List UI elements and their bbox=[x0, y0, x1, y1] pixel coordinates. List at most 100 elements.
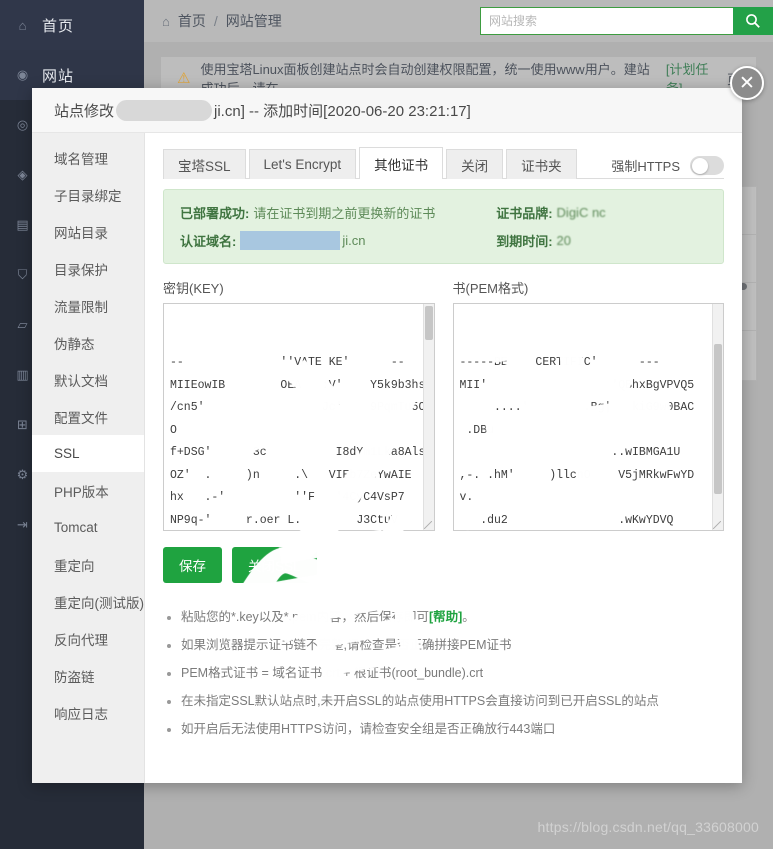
breadcrumb-current: 网站管理 bbox=[225, 13, 282, 29]
modal-sidebar-item-tomcat[interactable]: Tomcat bbox=[32, 509, 144, 546]
scrollbar-thumb[interactable] bbox=[714, 344, 722, 494]
ftp-icon: ◎ bbox=[16, 117, 30, 132]
key-textarea[interactable]: -- ''VATE KE' -- MIIEowIB OEA :V' Y5k9b3… bbox=[163, 303, 435, 531]
tab-label: 证书夹 bbox=[521, 158, 562, 174]
item-label: 重定向 bbox=[54, 558, 95, 574]
key-textarea-content: -- ''VATE KE' -- MIIEowIB OEA :V' Y5k9b3… bbox=[170, 356, 426, 527]
tab-bt-ssl[interactable]: 宝塔SSL bbox=[163, 149, 246, 179]
tab-other-cert[interactable]: 其他证书 bbox=[359, 147, 444, 179]
deploy-status-label: 已部署成功: bbox=[180, 206, 250, 221]
note-item: 粘贴您的*.key以及*.pem内容，然后保存即可[帮助]。 bbox=[181, 603, 724, 631]
modal-sidebar-item-dirprotect[interactable]: 目录保护 bbox=[32, 250, 144, 287]
cert-textarea[interactable]: -----BE CERTIFIC' --- MII' 'QBhxBgVPVQ5 … bbox=[452, 303, 724, 531]
modal-sidebar-item-redirect-beta[interactable]: 重定向(测试版) bbox=[32, 583, 144, 620]
note-item: 如开启后无法使用HTTPS访问，请检查安全组是否正确放行443端口 bbox=[181, 715, 724, 743]
tab-lets-encrypt[interactable]: Let's Encrypt bbox=[248, 149, 357, 179]
action-buttons: 保存 关闭SSL bbox=[163, 547, 724, 583]
cert-domain-label: 认证域名: bbox=[180, 234, 237, 249]
folder-icon: ▱ bbox=[17, 317, 29, 332]
modal-sidebar-item-redirect[interactable]: 重定向 bbox=[32, 546, 144, 583]
close-ssl-button[interactable]: 关闭SSL bbox=[232, 547, 317, 583]
breadcrumb-home[interactable]: 首页 bbox=[178, 11, 206, 31]
modal-close-button[interactable]: ✕ bbox=[730, 66, 764, 100]
warning-triangle-icon: ⚠ bbox=[177, 70, 191, 87]
resize-grip-icon[interactable] bbox=[423, 521, 432, 529]
modal-sidebar-item-defaultdoc[interactable]: 默认文档 bbox=[32, 361, 144, 398]
tab-cert-folder[interactable]: 证书夹 bbox=[506, 149, 577, 179]
modal-sidebar-item-configfile[interactable]: 配置文件 bbox=[32, 398, 144, 435]
logout-icon: ⇥ bbox=[17, 517, 29, 532]
cert-domain-value: ji.cn bbox=[342, 233, 366, 248]
force-https-toggle[interactable] bbox=[690, 156, 724, 175]
close-icon: ✕ bbox=[739, 72, 755, 94]
modal-sidebar-item-rewrite[interactable]: 伪静态 bbox=[32, 324, 144, 361]
note-item: 在未指定SSL默认站点时,未开启SSL的站点使用HTTPS会直接访问到已开启SS… bbox=[181, 687, 724, 715]
cert-status-right: 证书品牌: DigiC nc 到期时间: 20 bbox=[496, 203, 707, 250]
search-bar bbox=[480, 7, 773, 35]
tab-close[interactable]: 关闭 bbox=[446, 149, 504, 179]
modal-sidebar-item-domain[interactable]: 域名管理 bbox=[32, 139, 144, 176]
cert-field-label: 书(PEM格式) bbox=[452, 281, 529, 296]
resize-grip-icon[interactable] bbox=[713, 521, 721, 529]
modal-content: 宝塔SSL Let's Encrypt 其他证书 关闭 证书夹 强制HTTPS … bbox=[145, 133, 742, 783]
key-textarea-scrollbar[interactable] bbox=[422, 304, 434, 530]
monitor-icon: ▤ bbox=[16, 217, 30, 232]
toggle-knob bbox=[691, 157, 708, 174]
cert-inputs: 密钥(KEY) -- ''VATE KE' -- MIIEowIB OEA :V… bbox=[163, 278, 724, 531]
item-label: SSL bbox=[54, 446, 80, 461]
item-label: 反向代理 bbox=[54, 632, 108, 648]
scrollbar-thumb[interactable] bbox=[424, 306, 433, 340]
cert-textarea-scrollbar[interactable] bbox=[712, 304, 723, 530]
modal-title-prefix: 站点修改 bbox=[54, 102, 115, 120]
modal-sidebar-item-reverseproxy[interactable]: 反向代理 bbox=[32, 620, 144, 657]
item-label: PHP版本 bbox=[54, 484, 109, 500]
globe-icon: ◉ bbox=[16, 67, 30, 82]
ssl-tabs: 宝塔SSL Let's Encrypt 其他证书 关闭 证书夹 强制HTTPS bbox=[163, 147, 724, 179]
database-icon: ◈ bbox=[17, 167, 29, 182]
search-button[interactable] bbox=[733, 7, 773, 35]
masked-domain-redaction bbox=[240, 231, 341, 250]
search-icon bbox=[746, 14, 760, 28]
shield-icon: ⛉ bbox=[17, 267, 29, 282]
home-icon: ⌂ bbox=[18, 17, 28, 33]
sidebar-item-home[interactable]: ⌂ 首页 bbox=[0, 0, 144, 50]
tab-label: 宝塔SSL bbox=[178, 158, 231, 174]
note-text: 如开启后无法使用HTTPS访问，请检查安全组是否正确放行443端口 bbox=[181, 722, 556, 736]
site-edit-modal: 站点修改 ji.cn] -- 添加时间[2020-06-20 23:21:17]… bbox=[32, 66, 764, 783]
help-link[interactable]: [帮助] bbox=[429, 610, 462, 624]
key-column: 密钥(KEY) -- ''VATE KE' -- MIIEowIB OEA :V… bbox=[163, 278, 435, 531]
search-input[interactable] bbox=[480, 7, 733, 35]
tab-label: 关闭 bbox=[461, 158, 489, 174]
modal-title-suffix: ji.cn] -- 添加时间[2020-06-20 23:21:17] bbox=[214, 102, 471, 120]
modal-sidebar-item-subdir[interactable]: 子目录绑定 bbox=[32, 176, 144, 213]
modal-sidebar-item-antileech[interactable]: 防盗链 bbox=[32, 657, 144, 694]
force-https-label: 强制HTTPS bbox=[611, 159, 680, 174]
cert-expire-value: 20 bbox=[556, 233, 572, 248]
cert-expire-label: 到期时间: bbox=[496, 234, 553, 249]
modal-sidebar-item-trafficlimit[interactable]: 流量限制 bbox=[32, 287, 144, 324]
item-label: 流量限制 bbox=[54, 299, 108, 315]
save-button[interactable]: 保存 bbox=[163, 547, 222, 583]
tab-label: 其他证书 bbox=[374, 157, 429, 173]
item-label: 网站目录 bbox=[54, 225, 108, 241]
item-label: 子目录绑定 bbox=[54, 188, 122, 204]
modal-sidebar-item-responselog[interactable]: 响应日志 bbox=[32, 694, 144, 731]
deploy-status-row: 已部署成功: 请在证书到期之前更换新的证书 bbox=[180, 203, 475, 222]
modal-sidebar-item-sitedir[interactable]: 网站目录 bbox=[32, 213, 144, 250]
item-label: 响应日志 bbox=[54, 706, 108, 722]
note-text: 粘贴您的*.key以及*.pem内容，然后保存即可 bbox=[181, 610, 429, 624]
gear-icon: ⚙ bbox=[16, 467, 30, 482]
sidebar-item-label: 网站 bbox=[42, 67, 75, 85]
tab-label: Let's Encrypt bbox=[263, 157, 342, 172]
cert-brand-row: 证书品牌: DigiC nc bbox=[496, 203, 707, 222]
cert-brand-value: DigiC nc bbox=[556, 205, 606, 220]
note-text-after: 。 bbox=[462, 610, 475, 624]
modal-sidebar-item-ssl[interactable]: SSL bbox=[32, 435, 144, 472]
modal-sidebar-item-phpversion[interactable]: PHP版本 bbox=[32, 472, 144, 509]
item-label: 默认文档 bbox=[54, 373, 108, 389]
note-text: 在未指定SSL默认站点时,未开启SSL的站点使用HTTPS会直接访问到已开启SS… bbox=[181, 694, 659, 708]
breadcrumb: ⌂ 首页 / 网站管理 bbox=[162, 11, 282, 31]
item-label: 重定向(测试版) bbox=[54, 595, 144, 611]
cert-expire-row: 到期时间: 20 bbox=[496, 231, 707, 250]
item-label: 目录保护 bbox=[54, 262, 108, 278]
